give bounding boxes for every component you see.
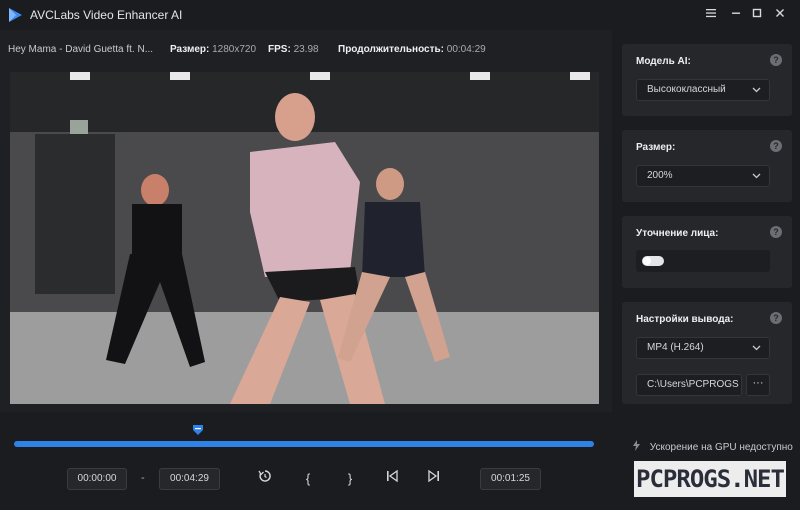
video-preview[interactable] <box>10 72 599 404</box>
fps-info: FPS: 23.98 <box>268 44 319 55</box>
duration-info-label: Продолжительность: <box>338 44 444 55</box>
ai-model-select[interactable]: Высококлассный <box>636 79 770 101</box>
chevron-down-icon <box>752 338 761 366</box>
duration-info-value: 00:04:29 <box>446 44 486 55</box>
output-format-select[interactable]: MP4 (H.264) <box>636 337 770 359</box>
watermark: PCPROGS.NET <box>634 461 786 497</box>
size-select[interactable]: 200% <box>636 165 770 187</box>
help-icon[interactable]: ? <box>770 54 782 66</box>
size-info: Размер: 1280x720 <box>170 44 256 55</box>
video-filename: Hey Mama - David Guetta ft. N... <box>8 44 154 55</box>
toggle-knob <box>643 257 651 265</box>
fps-info-value: 23.98 <box>293 44 319 55</box>
gpu-status: Ускорение на GPU недоступно <box>632 440 793 453</box>
output-path-field[interactable]: C:\Users\PCPROGS <box>636 374 742 396</box>
size-value: 200% <box>647 170 673 181</box>
bracket-open-icon[interactable]: { <box>298 469 318 489</box>
face-enhance-label: Уточнение лица: <box>636 228 719 239</box>
face-enhance-card: Уточнение лица: ? <box>622 216 792 288</box>
lightning-icon <box>633 440 640 451</box>
output-format-value: MP4 (H.264) <box>647 342 704 353</box>
minimize-icon[interactable] <box>727 6 745 24</box>
app-window: AVCLabs Video Enhancer AI Hey Mama - Dav… <box>0 0 800 510</box>
app-title: AVCLabs Video Enhancer AI <box>30 8 183 22</box>
chevron-down-icon <box>752 166 761 194</box>
maximize-icon[interactable] <box>748 6 766 24</box>
gpu-status-text: Ускорение на GPU недоступно <box>649 442 793 453</box>
skip-forward-icon[interactable] <box>424 469 444 489</box>
duration-info: Продолжительность: 00:04:29 <box>338 44 486 55</box>
chevron-down-icon <box>752 80 761 108</box>
ai-model-card: Модель AI: ? Высококлассный <box>622 44 792 116</box>
help-icon[interactable]: ? <box>770 140 782 152</box>
playhead-marker-icon[interactable] <box>192 425 204 435</box>
bracket-close-icon[interactable]: } <box>340 469 360 489</box>
size-label: Размер: <box>636 142 676 153</box>
skip-back-icon[interactable] <box>382 469 402 489</box>
menu-icon[interactable] <box>702 6 720 24</box>
output-settings-card: Настройки вывода: ? MP4 (H.264) C:\Users… <box>622 302 792 404</box>
fps-info-label: FPS: <box>268 44 291 55</box>
play-logo-icon <box>9 8 22 22</box>
close-icon[interactable] <box>771 6 789 24</box>
browse-button[interactable]: ··· <box>746 374 770 396</box>
size-info-value: 1280x720 <box>212 44 257 55</box>
timeline-area <box>0 412 612 510</box>
face-enhance-toggle[interactable] <box>642 256 664 266</box>
refresh-icon[interactable] <box>255 469 275 489</box>
ai-model-value: Высококлассный <box>647 84 726 95</box>
timeline-track[interactable] <box>14 441 594 447</box>
time-separator: - <box>141 472 145 484</box>
face-enhance-row <box>636 250 770 272</box>
start-time-field[interactable]: 00:00:00 <box>67 468 127 490</box>
size-card: Размер: ? 200% <box>622 130 792 202</box>
end-time-field[interactable]: 00:04:29 <box>159 468 220 490</box>
help-icon[interactable]: ? <box>770 312 782 324</box>
video-frame-image <box>10 72 599 404</box>
ai-model-label: Модель AI: <box>636 56 691 67</box>
size-info-label: Размер: <box>170 44 210 55</box>
current-time-field[interactable]: 00:01:25 <box>480 468 541 490</box>
output-settings-label: Настройки вывода: <box>636 314 734 325</box>
help-icon[interactable]: ? <box>770 226 782 238</box>
title-bar: AVCLabs Video Enhancer AI <box>0 0 800 30</box>
video-info-bar: Hey Mama - David Guetta ft. N... Размер:… <box>0 36 612 62</box>
